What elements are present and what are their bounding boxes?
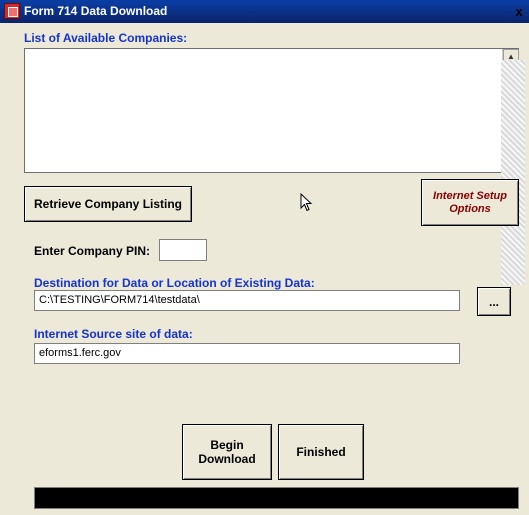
destination-label: Destination for Data or Location of Exis… [34, 276, 315, 290]
app-icon [4, 3, 20, 19]
begin-line1: Begin [210, 438, 244, 452]
title-bar[interactable]: Form 714 Data Download x [0, 0, 529, 23]
destination-input[interactable]: C:\TESTING\FORM714\testdata\ [34, 290, 460, 311]
company-pin-label: Enter Company PIN: [34, 244, 151, 258]
companies-list[interactable]: ▲ ▼ [24, 48, 519, 173]
finished-button[interactable]: Finished [278, 424, 364, 480]
browse-button-label: ... [488, 294, 499, 309]
internet-setup-line2: Options [449, 202, 491, 215]
begin-download-button[interactable]: Begin Download [182, 424, 272, 480]
companies-label: List of Available Companies: [24, 31, 188, 45]
begin-line2: Download [198, 452, 256, 466]
status-bar [34, 487, 519, 509]
internet-setup-options-button[interactable]: Internet Setup Options [421, 179, 519, 226]
finished-button-label: Finished [296, 445, 346, 459]
form-714-window: Form 714 Data Download x List of Availab… [0, 0, 529, 515]
decorative-stripe [501, 60, 525, 285]
mouse-cursor-icon [300, 193, 313, 212]
browse-button[interactable]: ... [477, 287, 511, 316]
begin-download-text: Begin Download [198, 438, 255, 466]
internet-setup-text: Internet Setup Options [433, 190, 507, 216]
retrieve-company-listing-button[interactable]: Retrieve Company Listing [24, 186, 192, 222]
internet-source-label: Internet Source site of data: [34, 327, 193, 341]
close-icon[interactable]: x [509, 0, 529, 23]
company-pin-input[interactable] [159, 239, 207, 261]
window-title: Form 714 Data Download [24, 4, 168, 18]
internet-source-input[interactable]: eforms1.ferc.gov [34, 343, 460, 364]
internet-setup-line1: Internet Setup [433, 189, 507, 202]
retrieve-button-label: Retrieve Company Listing [33, 197, 183, 211]
